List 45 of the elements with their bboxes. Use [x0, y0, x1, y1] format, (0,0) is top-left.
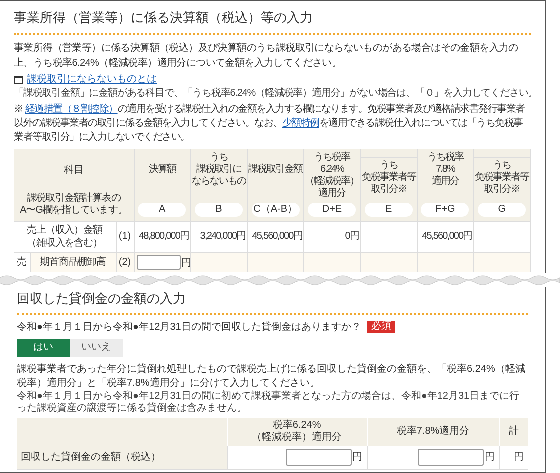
amount-input[interactable]: [136, 254, 181, 270]
column-code-badge: A: [138, 202, 186, 216]
column-header: 科目: [64, 164, 84, 176]
unit-label: 円: [485, 450, 495, 464]
row-label: 期首商品棚卸高: [30, 252, 116, 272]
section-title: 事業所得（営業等）に係る決算額（税込）等の入力: [14, 8, 531, 34]
notice-text: ※ 経過措置（８割控除）の適用を受ける課税仕入れの金額を入力する欄になります。免税事業者及び適格請求書発行事業者以外の課税事業者の取引に係る金額を入力してください。なお、少額特例を適用できる課税仕入れについては「うち免税事業者等取引分」に入力しないでください。: [14, 102, 526, 144]
column-header: 決算額: [148, 164, 176, 176]
amount-input[interactable]: [418, 448, 484, 466]
subject-note: 課税取引金額計算表の A〜G欄を指しています。: [20, 192, 128, 216]
notice-link[interactable]: 少額特例: [282, 118, 320, 128]
window-icon: [14, 76, 23, 84]
question-text: 令和●年１月１日から令和●年12月31日の間で回収した貸倒金はありますか？: [17, 320, 362, 334]
note-text: 「課税取引金額」に金額がある科目で、「うち税率6.24%（軽減税率）適用分」がない場合は、「０」を入力してください。: [14, 86, 531, 100]
column-header: 税率6.24% （軽減税率）適用分: [227, 418, 368, 446]
column-header: 税率7.8%適用分: [367, 418, 500, 446]
required-badge: 必須: [367, 321, 396, 333]
unit-label: 円: [352, 450, 363, 464]
column-code-badge: D+E: [308, 202, 356, 216]
option-button[interactable]: いいえ: [70, 338, 123, 356]
side-label: 売: [14, 252, 30, 272]
unit-label: 円: [182, 258, 192, 270]
column-header: 課税取引金額: [248, 164, 303, 176]
column-code-badge: B: [194, 202, 243, 216]
column-header: うち税率 6.24% （軽減税率） 適用分: [305, 152, 360, 200]
note-text: 令和●年１月１日から令和●年12月31日の間に初めて課税事業者となった方の場合は、令和●年12月31日までに行った課税資産の譲渡等に係る貸倒金は含みません。: [17, 390, 521, 414]
column-header: うち 課税取引に ならないもの: [192, 152, 246, 188]
amount-input[interactable]: [286, 448, 352, 466]
help-link[interactable]: 課税取引にならないものとは: [27, 72, 157, 86]
section-title: 回収した貸倒金の金額の入力: [17, 289, 528, 314]
unit-label: 円: [514, 450, 524, 464]
notice-link[interactable]: 経過措置（８割控除）: [25, 104, 118, 114]
description-text: 課税事業者であった年分に貸倒れ処理したもので課税売上げに係る回収した貸倒金の金額を、「税率6.24%（軽減税率）適用分」と「税率7.8%適用分」に分けて入力してください。: [17, 362, 526, 390]
row-number: (2): [116, 252, 134, 272]
row-label: 回収した貸倒金の金額（税込）: [17, 446, 227, 469]
column-header: 計: [500, 418, 528, 446]
column-code-badge: E: [364, 202, 413, 216]
column-code-badge: F+G: [421, 202, 470, 216]
column-code-badge: G: [478, 202, 526, 216]
column-header: うち税率 7.8% 適用分: [427, 152, 464, 188]
column-code-badge: C（A-B）: [252, 202, 300, 216]
column-header: うち 免税事業者等 取引分※: [362, 160, 416, 196]
option-button[interactable]: はい: [17, 338, 70, 356]
intro-text: 事業所得（営業等）に係る決算額（税込）及び決算額のうち課税取引にならないものがある場合はその金額を入力の上、うち税率6.24%（軽減税率）適用分について金額を入力してください。: [14, 42, 520, 70]
column-header: うち 免税事業者等 取引分※: [475, 160, 530, 196]
